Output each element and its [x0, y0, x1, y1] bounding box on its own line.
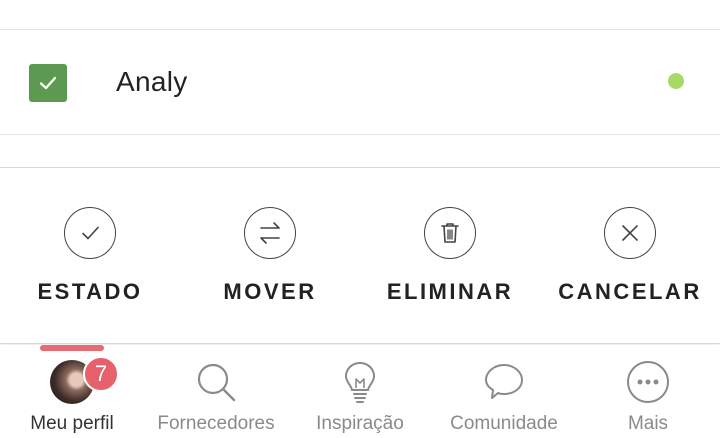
tab-comunidade[interactable]: Comunidade — [432, 359, 576, 438]
action-sheet: ESTADO MOVER ELIMINAR CANCELAR — [0, 169, 720, 344]
status-dot — [668, 73, 684, 89]
tab-inspiracao[interactable]: Inspiração — [288, 359, 432, 438]
active-tab-indicator — [40, 345, 104, 351]
row-checkbox[interactable] — [29, 64, 67, 102]
tab-meu-perfil[interactable]: 7 Meu perfil — [0, 356, 144, 438]
list-item[interactable]: Analy — [0, 31, 720, 135]
trash-icon — [441, 223, 459, 243]
tab-label: Inspiração — [316, 413, 404, 434]
more-dots-icon — [627, 361, 669, 403]
next-list-row-partial — [0, 136, 720, 168]
checkmark-icon — [39, 76, 57, 90]
speech-bubble-icon — [485, 364, 523, 399]
mover-button[interactable]: MOVER — [180, 207, 360, 305]
eliminar-label: ELIMINAR — [386, 279, 514, 304]
bottom-tab-bar: 7 Meu perfil Fornecedores Inspiração Com… — [0, 345, 720, 438]
tab-label: Comunidade — [450, 413, 558, 434]
cancelar-label: CANCELAR — [558, 279, 702, 304]
tab-mais[interactable]: Mais — [576, 359, 720, 438]
estado-button[interactable]: ESTADO — [0, 207, 180, 305]
lightbulb-icon — [344, 361, 376, 403]
top-list-row-partial — [0, 0, 720, 30]
tab-label: Meu perfil — [30, 413, 114, 434]
swap-arrows-icon — [260, 222, 280, 244]
mover-label: MOVER — [223, 279, 317, 304]
tab-label: Fornecedores — [157, 413, 275, 434]
tab-fornecedores[interactable]: Fornecedores — [144, 359, 288, 438]
eliminar-button[interactable]: ELIMINAR — [360, 207, 540, 305]
row-name: Analy — [116, 66, 188, 97]
cancelar-button[interactable]: CANCELAR — [540, 207, 720, 305]
notification-badge: 7 — [83, 356, 119, 392]
search-icon — [197, 363, 236, 402]
check-circle-icon — [82, 226, 99, 240]
estado-label: ESTADO — [37, 279, 143, 304]
tab-label: Mais — [627, 413, 669, 434]
close-circle-icon — [622, 225, 638, 241]
